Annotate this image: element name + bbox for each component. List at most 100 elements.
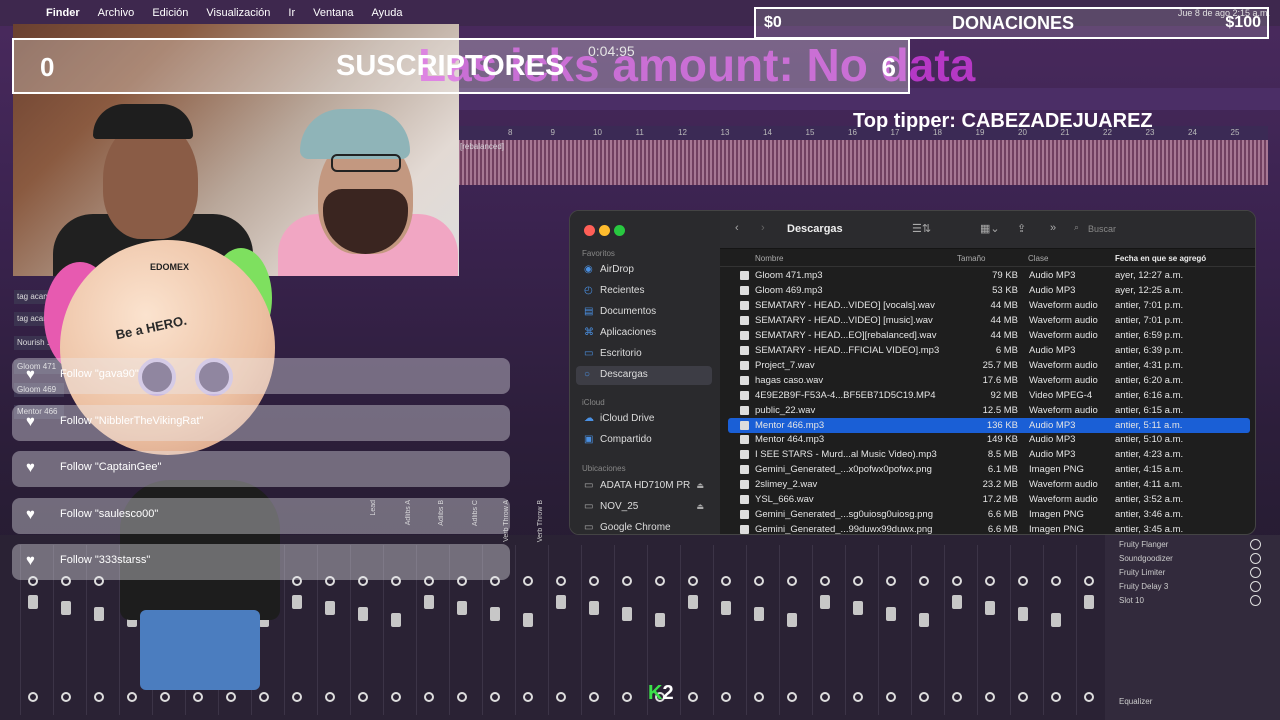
mixer-strip[interactable] bbox=[548, 545, 578, 715]
mixer-strip[interactable] bbox=[614, 545, 644, 715]
finder-window[interactable]: Favoritos ◉ AirDrop ◴ Recientes ▤ Documentos ⌘ A… bbox=[569, 210, 1256, 535]
mixer-fader[interactable] bbox=[688, 595, 698, 609]
volume-knob[interactable] bbox=[853, 692, 863, 702]
mixer-fader[interactable] bbox=[820, 595, 830, 609]
mixer-strip[interactable] bbox=[1043, 545, 1073, 715]
fx-slot[interactable]: Fruity Delay 3 bbox=[1119, 582, 1168, 591]
list-view-icon[interactable]: ☰⇅ bbox=[912, 222, 931, 235]
volume-knob[interactable] bbox=[94, 692, 104, 702]
forward-icon[interactable]: › bbox=[761, 222, 765, 234]
col-kind[interactable]: Clase bbox=[1028, 254, 1048, 263]
search-field[interactable]: ⌕ Buscar bbox=[1072, 222, 1252, 238]
sidebar-item-recientes[interactable]: ◴ Recientes bbox=[576, 282, 712, 301]
mixer-fader[interactable] bbox=[28, 595, 38, 609]
fx-slot[interactable]: Fruity Flanger bbox=[1119, 540, 1168, 549]
volume-knob[interactable] bbox=[1084, 692, 1094, 702]
fx-slot[interactable]: Slot 10 bbox=[1119, 596, 1144, 605]
close-button[interactable] bbox=[584, 225, 595, 236]
pan-knob[interactable] bbox=[787, 576, 797, 586]
mixer-strip[interactable] bbox=[1010, 545, 1040, 715]
mixer-fader[interactable] bbox=[61, 601, 71, 615]
volume-knob[interactable] bbox=[886, 692, 896, 702]
mixer-fader[interactable] bbox=[1051, 613, 1061, 627]
mixer-strip[interactable] bbox=[515, 545, 545, 715]
mixer-strip[interactable] bbox=[911, 545, 941, 715]
col-name[interactable]: Nombre bbox=[755, 254, 783, 263]
volume-knob[interactable] bbox=[193, 692, 203, 702]
menu-edicion[interactable]: Edición bbox=[152, 7, 188, 19]
sidebar-item-documentos[interactable]: ▤ Documentos bbox=[576, 303, 712, 322]
sidebar-item-location[interactable]: ▭ NOV_25 ⏏ bbox=[576, 498, 712, 517]
mixer-strip[interactable] bbox=[779, 545, 809, 715]
volume-knob[interactable] bbox=[622, 692, 632, 702]
fx-slot-toggle-icon[interactable] bbox=[1250, 553, 1261, 564]
pan-knob[interactable] bbox=[523, 576, 533, 586]
mixer-fader[interactable] bbox=[952, 595, 962, 609]
volume-knob[interactable] bbox=[259, 692, 269, 702]
volume-knob[interactable] bbox=[688, 692, 698, 702]
mixer-strip[interactable] bbox=[1076, 545, 1106, 715]
file-row[interactable]: Gloom 469.mp3 53 KB Audio MP3 ayer, 12:25 a… bbox=[728, 283, 1250, 298]
sidebar-item-location[interactable]: ▭ Google Chrome bbox=[576, 519, 712, 534]
volume-knob[interactable] bbox=[160, 692, 170, 702]
fx-slot-toggle-icon[interactable] bbox=[1250, 581, 1261, 592]
mixer-fader[interactable] bbox=[94, 607, 104, 621]
mixer-strip[interactable] bbox=[845, 545, 875, 715]
pan-knob[interactable] bbox=[1018, 576, 1028, 586]
volume-knob[interactable] bbox=[556, 692, 566, 702]
fx-slot[interactable]: Soundgoodizer bbox=[1119, 554, 1173, 563]
pan-knob[interactable] bbox=[754, 576, 764, 586]
file-row[interactable]: 2slimey_2.wav 23.2 MB Waveform audio antier… bbox=[728, 477, 1250, 492]
mixer-fader[interactable] bbox=[1084, 595, 1094, 609]
pan-knob[interactable] bbox=[1051, 576, 1061, 586]
file-row[interactable]: Gemini_Generated_...sg0uiosg0uiosg.png 6.… bbox=[728, 507, 1250, 522]
mixer-strip[interactable] bbox=[944, 545, 974, 715]
mixer-strip[interactable] bbox=[977, 545, 1007, 715]
pan-knob[interactable] bbox=[919, 576, 929, 586]
pan-knob[interactable] bbox=[589, 576, 599, 586]
volume-knob[interactable] bbox=[787, 692, 797, 702]
mixer-fader[interactable] bbox=[490, 607, 500, 621]
volume-knob[interactable] bbox=[754, 692, 764, 702]
menu-archivo[interactable]: Archivo bbox=[98, 7, 135, 19]
pan-knob[interactable] bbox=[853, 576, 863, 586]
mixer-fader[interactable] bbox=[556, 595, 566, 609]
volume-knob[interactable] bbox=[127, 692, 137, 702]
volume-knob[interactable] bbox=[292, 692, 302, 702]
fx-slot-toggle-icon[interactable] bbox=[1250, 595, 1261, 606]
volume-knob[interactable] bbox=[919, 692, 929, 702]
menu-visualizacion[interactable]: Visualización bbox=[206, 7, 270, 19]
volume-knob[interactable] bbox=[226, 692, 236, 702]
volume-knob[interactable] bbox=[589, 692, 599, 702]
menu-ir[interactable]: Ir bbox=[288, 7, 295, 19]
minimize-button[interactable] bbox=[599, 225, 610, 236]
eject-icon[interactable]: ⏏ bbox=[696, 481, 704, 490]
mixer-strip[interactable] bbox=[746, 545, 776, 715]
sidebar-item-icloud[interactable]: ▣ Compartido bbox=[576, 431, 712, 450]
mixer-strip[interactable] bbox=[878, 545, 908, 715]
volume-knob[interactable] bbox=[61, 692, 71, 702]
pan-knob[interactable] bbox=[985, 576, 995, 586]
more-icon[interactable]: » bbox=[1050, 222, 1056, 234]
file-row[interactable]: Project_7.wav 25.7 MB Waveform audio antier… bbox=[728, 358, 1250, 373]
pan-knob[interactable] bbox=[820, 576, 830, 586]
sidebar-item-aplicaciones[interactable]: ⌘ Aplicaciones bbox=[576, 324, 712, 343]
group-icon[interactable]: ▦⌄ bbox=[980, 222, 1000, 235]
col-date[interactable]: Fecha en que se agregó bbox=[1115, 254, 1206, 263]
mixer-fader[interactable] bbox=[358, 607, 368, 621]
file-row[interactable]: SEMATARY - HEAD...VIDEO] [music].wav 44 M… bbox=[728, 313, 1250, 328]
file-row[interactable]: hagas caso.wav 17.6 MB Waveform audio antie… bbox=[728, 373, 1250, 388]
file-row[interactable]: public_22.wav 12.5 MB Waveform audio antier… bbox=[728, 403, 1250, 418]
file-row[interactable]: I SEE STARS - Murd...al Music Video).mp3… bbox=[728, 447, 1250, 462]
pan-knob[interactable] bbox=[655, 576, 665, 586]
mixer-fader[interactable] bbox=[523, 613, 533, 627]
fx-slot[interactable]: Fruity Limiter bbox=[1119, 568, 1165, 577]
mixer-fader[interactable] bbox=[325, 601, 335, 615]
mixer-fader[interactable] bbox=[985, 601, 995, 615]
mixer-strip[interactable] bbox=[713, 545, 743, 715]
back-icon[interactable]: ‹ bbox=[735, 222, 739, 234]
col-size[interactable]: Tamaño bbox=[957, 254, 985, 263]
mixer-fader[interactable] bbox=[886, 607, 896, 621]
volume-knob[interactable] bbox=[424, 692, 434, 702]
eject-icon[interactable]: ⏏ bbox=[696, 502, 704, 511]
